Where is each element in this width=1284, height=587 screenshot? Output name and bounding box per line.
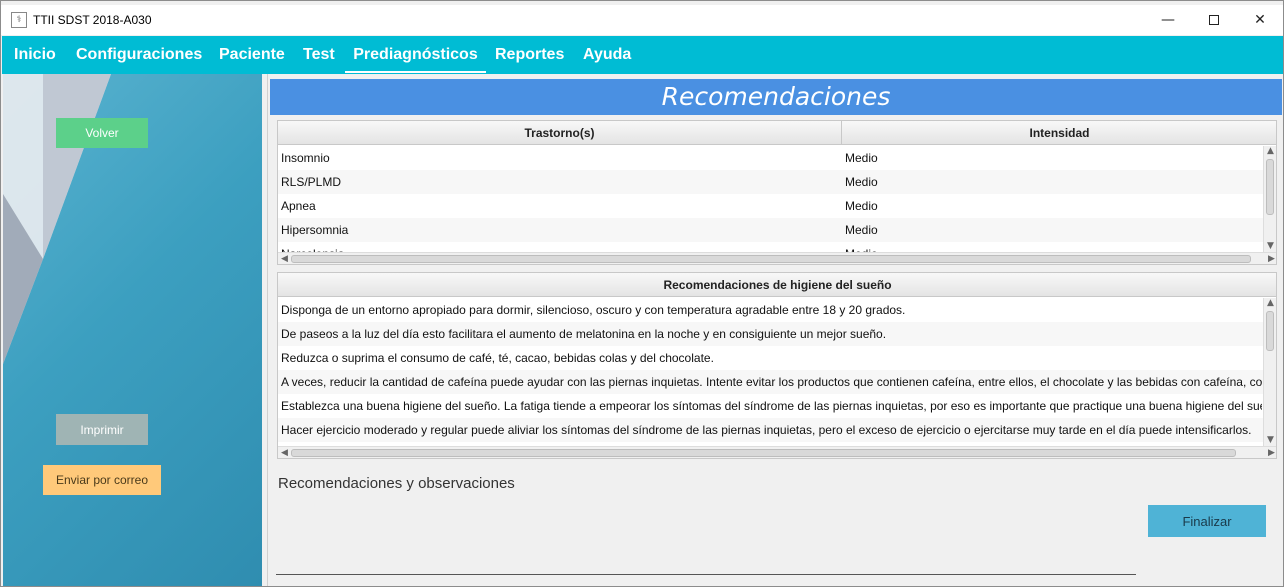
menu-ayuda[interactable]: Ayuda [583, 36, 631, 74]
print-button[interactable]: Imprimir [56, 414, 148, 445]
main-content: Recomendaciones Trastorno(s) Intensidad … [267, 74, 1283, 586]
table-row[interactable]: Insomnio Medio [278, 146, 1276, 170]
scroll-up-icon[interactable]: ▲ [1264, 145, 1276, 158]
hygiene-table[interactable]: Recomendaciones de higiene del sueño Dis… [277, 272, 1277, 459]
back-button[interactable]: Volver [56, 118, 148, 148]
scroll-thumb[interactable] [291, 449, 1236, 457]
scroll-left-icon[interactable]: ◀ [278, 253, 291, 264]
disorder-cell: Insomnio [281, 151, 330, 165]
recommendation-cell: Reduzca o suprima el consumo de café, té… [281, 351, 714, 365]
recommendation-cell: Establezca una buena higiene del sueño. … [281, 399, 1262, 413]
table-row[interactable]: Apnea Medio [278, 194, 1276, 218]
email-button[interactable]: Enviar por correo [43, 465, 161, 495]
sidebar-panel: Volver Imprimir Enviar por correo [3, 74, 262, 586]
scroll-right-icon[interactable]: ▶ [1265, 253, 1276, 264]
title-bar: ⚕ TTII SDST 2018-A030 — ✕ [1, 5, 1283, 35]
column-header-disorder[interactable]: Trastorno(s) [278, 121, 842, 145]
table-row[interactable]: RLS/PLMD Medio [278, 170, 1276, 194]
recommendation-cell: Hacer ejercicio moderado y regular puede… [281, 423, 1252, 437]
column-header-intensity[interactable]: Intensidad [842, 121, 1276, 145]
page-title: Recomendaciones [270, 79, 1282, 115]
disorder-cell: Narcolepsia [278, 242, 842, 252]
menu-prediagnosticos[interactable]: Prediagnósticos [345, 36, 486, 73]
observations-label: Recomendaciones y observaciones [278, 475, 515, 492]
disorder-cell: Hipersomnia [281, 223, 349, 237]
recommendation-cell: Disponga de un entorno apropiado para do… [281, 303, 906, 317]
scroll-up-icon[interactable]: ▲ [1264, 297, 1276, 310]
menu-test[interactable]: Test [303, 36, 335, 74]
intensity-cell: Medio [845, 223, 878, 237]
recommendation-cell: De paseos a la luz del día esto facilita… [281, 327, 887, 341]
table-row[interactable]: A veces, reducir la cantidad de cafeína … [278, 370, 1276, 394]
table-row[interactable]: Establezca una buena higiene del sueño. … [278, 394, 1276, 418]
hygiene-vertical-scrollbar[interactable]: ▲ ▼ [1263, 298, 1276, 446]
column-header-hygiene[interactable]: Recomendaciones de higiene del sueño [278, 273, 1276, 297]
scroll-thumb[interactable] [1266, 159, 1274, 215]
app-window: ⚕ TTII SDST 2018-A030 — ✕ Inicio Configu… [0, 0, 1284, 587]
intensity-cell: Medio [845, 151, 878, 165]
disorder-cell: Apnea [281, 199, 316, 213]
table-row[interactable]: De paseos a la luz del día esto facilita… [278, 322, 1276, 346]
app-logo-icon: ⚕ [11, 12, 27, 28]
menu-configuraciones[interactable]: Configuraciones [76, 36, 202, 74]
intensity-cell: Medio [842, 242, 1262, 252]
table-row[interactable]: Reduzca o suprima el consumo de café, té… [278, 346, 1276, 370]
intensity-cell: Medio [845, 199, 878, 213]
table-row[interactable]: Disponga de un entorno apropiado para do… [278, 298, 1276, 322]
window-title: TTII SDST 2018-A030 [33, 13, 152, 27]
sidebar-decoration [3, 74, 111, 364]
table-row[interactable]: Narcolepsia Medio [278, 242, 1276, 252]
table-row[interactable]: Hipersomnia Medio [278, 218, 1276, 242]
menu-inicio[interactable]: Inicio [14, 36, 56, 74]
minimize-icon[interactable]: — [1145, 5, 1191, 35]
scroll-left-icon[interactable]: ◀ [278, 447, 291, 458]
hygiene-horizontal-scrollbar[interactable]: ◀ ▶ [278, 446, 1276, 458]
scroll-thumb[interactable] [1266, 311, 1274, 351]
finish-button[interactable]: Finalizar [1148, 505, 1266, 537]
menu-reportes[interactable]: Reportes [495, 36, 564, 74]
disorders-vertical-scrollbar[interactable]: ▲ ▼ [1263, 146, 1276, 252]
menu-paciente[interactable]: Paciente [219, 36, 285, 74]
intensity-cell: Medio [845, 175, 878, 189]
maximize-icon[interactable] [1191, 5, 1237, 35]
table-row[interactable]: Hacer ejercicio moderado y regular puede… [278, 418, 1276, 442]
menu-bar: Inicio Configuraciones Paciente Test Pre… [2, 36, 1283, 74]
recommendation-cell: A veces, reducir la cantidad de cafeína … [281, 375, 1262, 389]
disorders-table[interactable]: Trastorno(s) Intensidad Insomnio Medio R… [277, 120, 1277, 265]
scroll-right-icon[interactable]: ▶ [1265, 447, 1276, 458]
scroll-thumb[interactable] [291, 255, 1251, 263]
disorders-horizontal-scrollbar[interactable]: ◀ ▶ [278, 252, 1276, 264]
close-icon[interactable]: ✕ [1237, 5, 1283, 35]
disorder-cell: RLS/PLMD [281, 175, 342, 189]
observations-input-underline[interactable] [276, 574, 1136, 575]
